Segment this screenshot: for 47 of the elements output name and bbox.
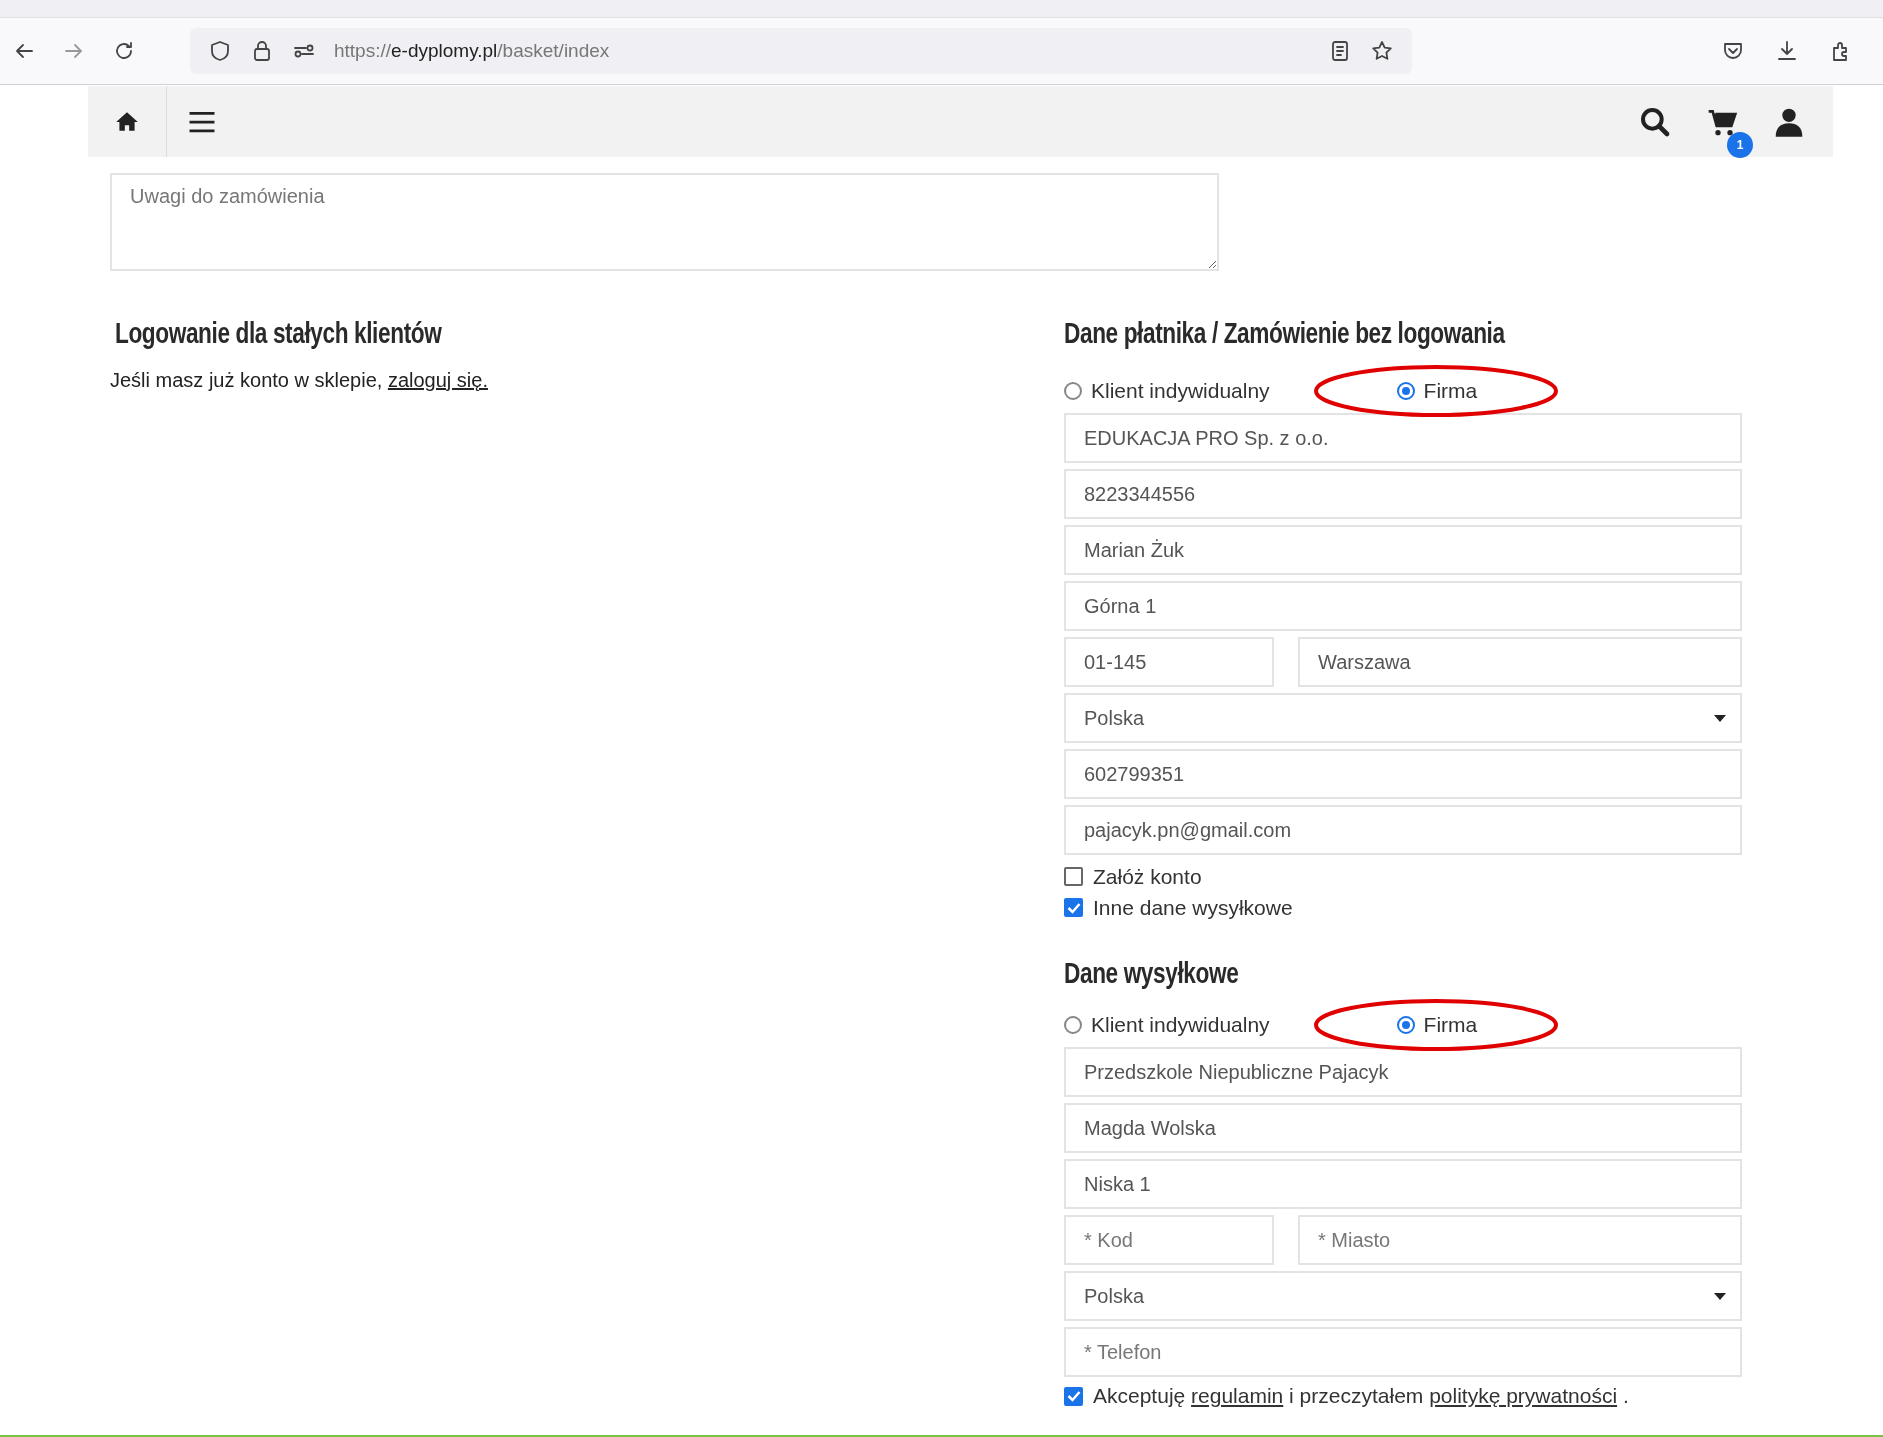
consent-text: Akceptuję regulamin i przeczytałem politykę prywatności . bbox=[1093, 1384, 1629, 1408]
login-link[interactable]: zaloguj się. bbox=[387, 369, 488, 391]
country-select[interactable]: Polska bbox=[1064, 1271, 1742, 1321]
checkbox[interactable] bbox=[1064, 867, 1083, 886]
terms-link[interactable]: politykę prywatności bbox=[1429, 1384, 1618, 1407]
checkbox-label[interactable]: Załóż konto bbox=[1093, 864, 1202, 889]
country-select[interactable]: Polska bbox=[1064, 693, 1742, 743]
input-field[interactable]: 602799351 bbox=[1064, 749, 1742, 799]
input-field[interactable]: 01-145 bbox=[1064, 637, 1274, 687]
address-bar[interactable]: https://e-dyplomy.pl/basket/index bbox=[190, 28, 1412, 74]
input-field[interactable]: EDUKACJA PRO Sp. z o.o. bbox=[1064, 413, 1742, 463]
input-field[interactable]: * Miasto bbox=[1298, 1215, 1742, 1265]
section-title: Dane płatnika / Zamówienie bez logowania bbox=[1064, 316, 1505, 351]
input-field[interactable]: * Telefon bbox=[1064, 1327, 1742, 1377]
radio-button[interactable] bbox=[1064, 1016, 1082, 1034]
radio-button[interactable] bbox=[1064, 382, 1082, 400]
input-field[interactable]: * Kod bbox=[1064, 1215, 1274, 1265]
bookmark-star-icon[interactable] bbox=[1370, 39, 1394, 63]
input-field[interactable]: Magda Wolska bbox=[1064, 1103, 1742, 1153]
caret-icon bbox=[1714, 714, 1726, 722]
terms-link[interactable]: regulamin bbox=[1191, 1384, 1284, 1407]
input-field[interactable]: 8223344556 bbox=[1064, 469, 1742, 519]
section-title: Dane wysyłkowe bbox=[1064, 956, 1239, 991]
input-field[interactable]: Niska 1 bbox=[1064, 1159, 1742, 1209]
radio-button[interactable] bbox=[1396, 382, 1415, 400]
shield-icon[interactable] bbox=[208, 39, 232, 63]
input-field[interactable]: Marian Żuk bbox=[1064, 525, 1742, 575]
radio-label[interactable]: Klient indywidualny bbox=[1091, 1013, 1270, 1037]
input-field[interactable]: Warszawa bbox=[1298, 637, 1742, 687]
caret-icon bbox=[1714, 1292, 1726, 1300]
download-icon[interactable] bbox=[1775, 39, 1799, 63]
radio-label[interactable]: Klient indywidualny bbox=[1091, 379, 1270, 403]
login-prompt: Jeśli masz już konto w sklepie, zaloguj się. bbox=[110, 369, 489, 392]
search-icon[interactable] bbox=[1639, 105, 1671, 138]
radio-button[interactable] bbox=[1396, 1016, 1415, 1034]
input-field[interactable]: Górna 1 bbox=[1064, 581, 1742, 631]
section-title: Logowanie dla stałych klientów bbox=[115, 316, 442, 351]
radio-label[interactable]: Firma bbox=[1423, 1013, 1478, 1037]
checkbox[interactable] bbox=[1064, 898, 1083, 917]
input-field[interactable]: pajacyk.pn@gmail.com bbox=[1064, 805, 1742, 855]
cart-count-badge: 1 bbox=[1727, 131, 1753, 158]
checkbox-label[interactable]: Inne dane wysyłkowe bbox=[1093, 895, 1293, 920]
checkbox[interactable] bbox=[1064, 1386, 1083, 1406]
url-text[interactable]: https://e-dyplomy.pl/basket/index bbox=[334, 40, 1310, 62]
radio-label[interactable]: Firma bbox=[1423, 379, 1478, 403]
input-field[interactable]: Przedszkole Niepubliczne Pajacyk bbox=[1064, 1047, 1742, 1097]
order-notes-field[interactable]: Uwagi do zamówienia bbox=[110, 173, 1219, 271]
